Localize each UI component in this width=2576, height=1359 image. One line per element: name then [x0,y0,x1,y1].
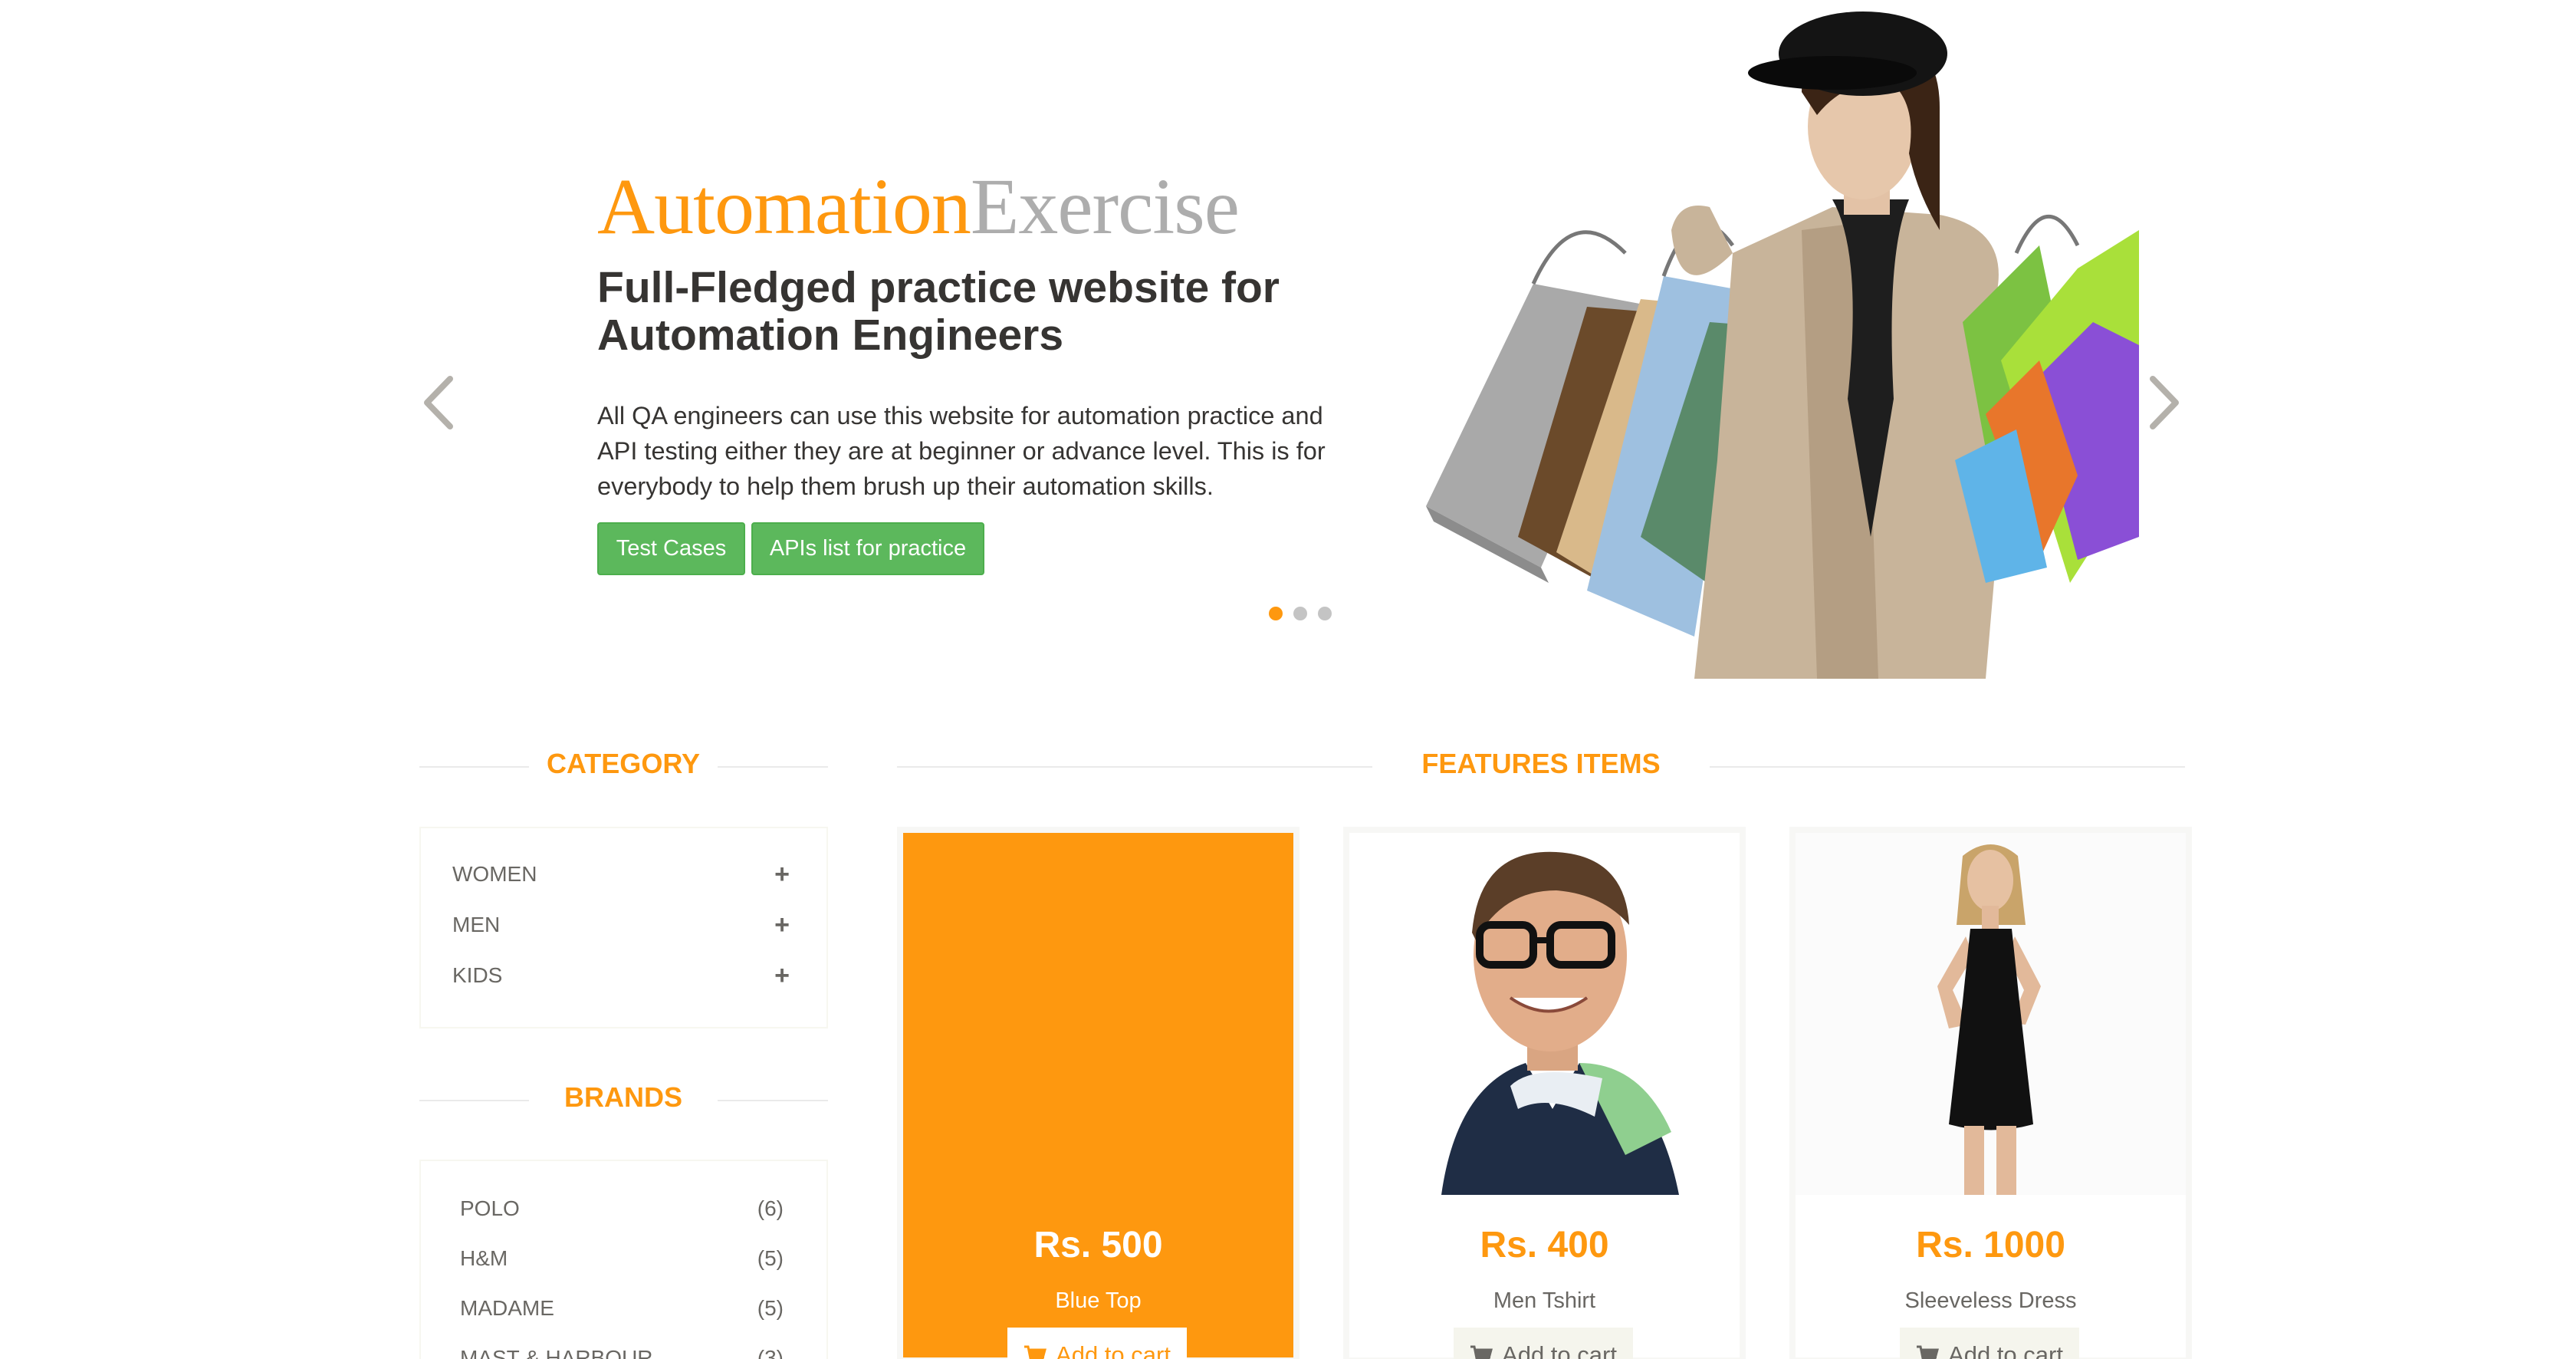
desc-line-1: All QA engineers can use this website fo… [597,402,1323,429]
hero-slider: AutomationExercise Full-Fledged practice… [0,0,2576,679]
woman-dress-picture [1796,833,2186,1195]
brand-name: MAST & HARBOUR [460,1346,653,1359]
slider-description: All QA engineers can use this website fo… [597,398,1349,504]
product-name: Men Tshirt [1493,1288,1596,1313]
plus-icon[interactable]: + [774,910,790,940]
brands-panel: POLO (6) H&M (5) MADAME (5) MAST & HARBO… [419,1160,828,1359]
product-card-sleeveless-dress: Rs. 1000 Sleeveless Dress Add to cart [1789,827,2192,1359]
hero-illustration [1426,12,2139,679]
shopping-cart-icon [1917,1345,1939,1359]
desc-line-2: API testing either they are at beginner … [597,437,1326,465]
slider-dot-3[interactable] [1318,607,1332,620]
brand-item-polo[interactable]: POLO (6) [460,1193,784,1224]
category-item-women[interactable]: WOMEN + [452,859,790,890]
product-card-men-tshirt: Rs. 400 Men Tshirt Add to cart [1343,827,1746,1359]
brand-name: MADAME [460,1296,554,1320]
headline-line-1: Full-Fledged practice website for [597,263,1280,312]
product-name: Sleeveless Dress [1904,1288,2077,1313]
brand-count: (5) [757,1246,784,1270]
product-image-men-tshirt [1349,833,1740,1195]
add-to-cart-button[interactable]: Add to cart [1900,1328,2079,1359]
category-title: CATEGORY [529,748,718,780]
shopping-cart-icon [1024,1345,1046,1359]
product-price: Rs. 500 [1033,1225,1163,1265]
product-image-sleeveless-dress [1796,833,2186,1195]
brand-count: (5) [757,1296,784,1320]
plus-icon[interactable]: + [774,961,790,991]
add-to-cart-button[interactable]: Add to cart [1454,1328,1633,1359]
category-label: WOMEN [452,862,537,886]
plus-icon[interactable]: + [774,860,790,890]
slider-prev-arrow[interactable] [410,368,464,437]
brand-name: H&M [460,1246,508,1270]
slider-next-arrow[interactable] [2139,368,2193,437]
product-name: Blue Top [1055,1288,1142,1313]
brand-count: (3) [757,1346,784,1359]
brands-title: BRANDS [529,1081,718,1114]
headline-line-2: Automation Engineers [597,311,1064,360]
logo-part-exercise: Exercise [970,163,1240,251]
brand-item-madame[interactable]: MADAME (5) [460,1293,784,1324]
man-portrait-picture [1349,833,1740,1195]
hero-image-shopping-woman [1403,0,2162,679]
features-title: FEATURES ITEMS [1372,748,1710,780]
brand-name: POLO [460,1196,520,1220]
category-panel: WOMEN + MEN + KIDS + [419,827,828,1028]
shopping-cart-icon [1470,1345,1493,1359]
slider-headline: Full-Fledged practice website for Automa… [597,264,1364,359]
product-price: Rs. 400 [1480,1225,1609,1265]
logo-part-automation: Automation [597,163,971,251]
category-label: MEN [452,913,501,936]
chevron-left-icon [424,376,453,429]
test-cases-button[interactable]: Test Cases [597,522,745,575]
add-to-cart-label: Add to cart [1502,1341,1617,1359]
product-price: Rs. 1000 [1916,1225,2065,1265]
product-image-blue-top [903,833,1293,1195]
category-label: KIDS [452,963,503,987]
brand-count: (6) [757,1196,784,1220]
product-card-blue-top: Rs. 500 Blue Top Add to cart [897,827,1300,1359]
apis-list-button[interactable]: APIs list for practice [751,522,984,575]
brand-item-hm[interactable]: H&M (5) [460,1243,784,1274]
add-to-cart-label: Add to cart [1948,1341,2063,1359]
slider-dot-1[interactable] [1269,607,1283,620]
brand-item-mast-harbour[interactable]: MAST & HARBOUR (3) [460,1343,784,1359]
add-to-cart-label: Add to cart [1056,1341,1171,1359]
chevron-right-icon [2150,376,2179,429]
site-logo: AutomationExercise [597,167,1240,247]
slider-indicators [1269,607,1332,620]
category-item-kids[interactable]: KIDS + [452,960,790,991]
add-to-cart-button[interactable]: Add to cart [1007,1328,1187,1359]
desc-line-3: everybody to help them brush up their au… [597,472,1214,500]
category-item-men[interactable]: MEN + [452,910,790,940]
slider-dot-2[interactable] [1293,607,1307,620]
